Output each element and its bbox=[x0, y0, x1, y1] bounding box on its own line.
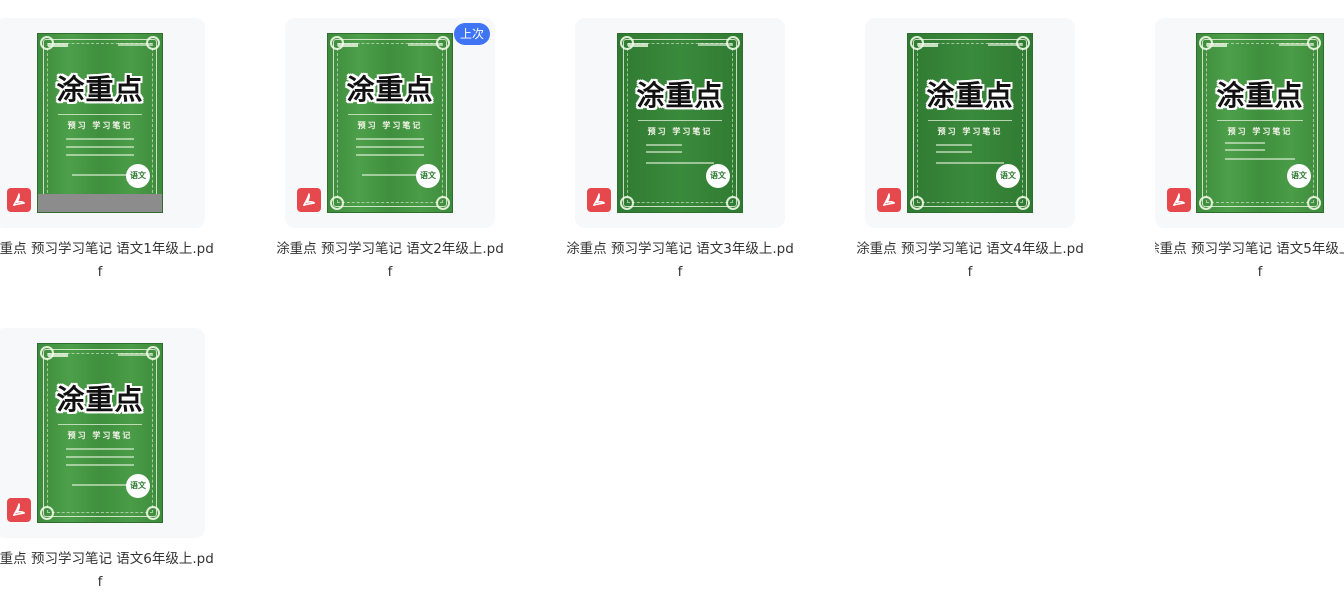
subject-badge: 语文 bbox=[416, 164, 440, 188]
pdf-icon bbox=[1167, 188, 1191, 212]
subject-badge: 语文 bbox=[706, 164, 730, 188]
subject-badge: 语文 bbox=[126, 164, 150, 188]
cover-subtitle: 预习 学习笔记 bbox=[937, 127, 1003, 136]
file-thumbnail[interactable]: 涂重点 预习 学习笔记 语文 bbox=[865, 18, 1075, 228]
file-card[interactable]: 涂重点 预习 学习笔记 语文 涂重点 预习学习笔记 语文5年级上.pdf bbox=[1155, 18, 1344, 308]
pdf-icon bbox=[877, 188, 901, 212]
cover-subtitle: 预习 学习笔记 bbox=[67, 431, 133, 440]
file-name[interactable]: 涂重点 预习学习笔记 语文5年级上.pdf bbox=[1155, 238, 1344, 284]
book-cover-image: 涂重点 预习 学习笔记 语文 bbox=[908, 34, 1032, 212]
cover-title: 涂重点 bbox=[1216, 79, 1304, 112]
book-cover-image: 涂重点 预习 学习笔记 语文 bbox=[618, 34, 742, 212]
book-cover-image: 涂重点 预习 学习笔记 语文 bbox=[38, 344, 162, 522]
file-name[interactable]: 涂重点 预习学习笔记 语文1年级上.pdf bbox=[0, 238, 215, 284]
subject-badge: 语文 bbox=[996, 164, 1020, 188]
cover-subtitle: 预习 学习笔记 bbox=[647, 127, 713, 136]
file-name[interactable]: 涂重点 预习学习笔记 语文4年级上.pdf bbox=[855, 238, 1085, 284]
file-card[interactable]: 涂重点 预习 学习笔记 语文 涂重点 预习学习笔记 语文3年级上.pdf bbox=[566, 18, 794, 308]
book-cover-image: 涂重点 预习 学习笔记 语文 bbox=[1197, 34, 1323, 212]
file-thumbnail[interactable]: 涂重点 预习 学习笔记 语文 bbox=[0, 328, 205, 538]
file-card[interactable]: 涂重点 预习 学习笔记 语文 涂重点 预习学习笔记 语文1年级上.pdf bbox=[0, 18, 214, 308]
subject-badge: 语文 bbox=[126, 474, 150, 498]
file-card[interactable]: 涂重点 预习 学习笔记 语文 涂重点 预习学习笔记 语文4年级上.pdf bbox=[856, 18, 1084, 308]
subject-badge: 语文 bbox=[1287, 164, 1311, 188]
cover-subtitle: 预习 学习笔记 bbox=[67, 121, 133, 130]
book-cover-image: 涂重点 预习 学习笔记 语文 bbox=[328, 34, 452, 212]
pdf-icon bbox=[7, 498, 31, 522]
cover-gray-band bbox=[38, 194, 162, 212]
file-thumbnail[interactable]: 涂重点 预习 学习笔记 语文 bbox=[0, 18, 205, 228]
cover-title: 涂重点 bbox=[636, 79, 724, 112]
file-thumbnail[interactable]: 涂重点 预习 学习笔记 语文 bbox=[285, 18, 495, 228]
pdf-icon bbox=[7, 188, 31, 212]
cover-title: 涂重点 bbox=[346, 73, 434, 106]
pdf-icon bbox=[297, 188, 321, 212]
file-grid: 涂重点 预习 学习笔记 语文 涂重点 预习学习笔记 语文1年级上.pdf 涂重点… bbox=[0, 0, 1344, 606]
cover-subtitle: 预习 学习笔记 bbox=[1227, 127, 1293, 136]
cover-title: 涂重点 bbox=[56, 73, 144, 106]
file-thumbnail[interactable]: 涂重点 预习 学习笔记 语文 bbox=[575, 18, 785, 228]
last-opened-badge: 上次 bbox=[454, 23, 490, 45]
file-name[interactable]: 涂重点 预习学习笔记 语文2年级上.pdf bbox=[275, 238, 505, 284]
file-name[interactable]: 涂重点 预习学习笔记 语文3年级上.pdf bbox=[565, 238, 795, 284]
pdf-icon bbox=[587, 188, 611, 212]
book-cover-image: 涂重点 预习 学习笔记 语文 bbox=[38, 34, 162, 212]
file-card[interactable]: 涂重点 预习 学习笔记 语文 上次 涂重点 预习学习笔记 语文2年级上.pdf bbox=[276, 18, 504, 308]
file-card[interactable]: 涂重点 预习 学习笔记 语文 涂重点 预习学习笔记 语文6年级上.pdf bbox=[0, 328, 214, 606]
cover-subtitle: 预习 学习笔记 bbox=[357, 121, 423, 130]
file-thumbnail[interactable]: 涂重点 预习 学习笔记 语文 bbox=[1155, 18, 1344, 228]
file-name[interactable]: 涂重点 预习学习笔记 语文6年级上.pdf bbox=[0, 548, 215, 594]
cover-title: 涂重点 bbox=[926, 79, 1014, 112]
cover-title: 涂重点 bbox=[56, 383, 144, 416]
